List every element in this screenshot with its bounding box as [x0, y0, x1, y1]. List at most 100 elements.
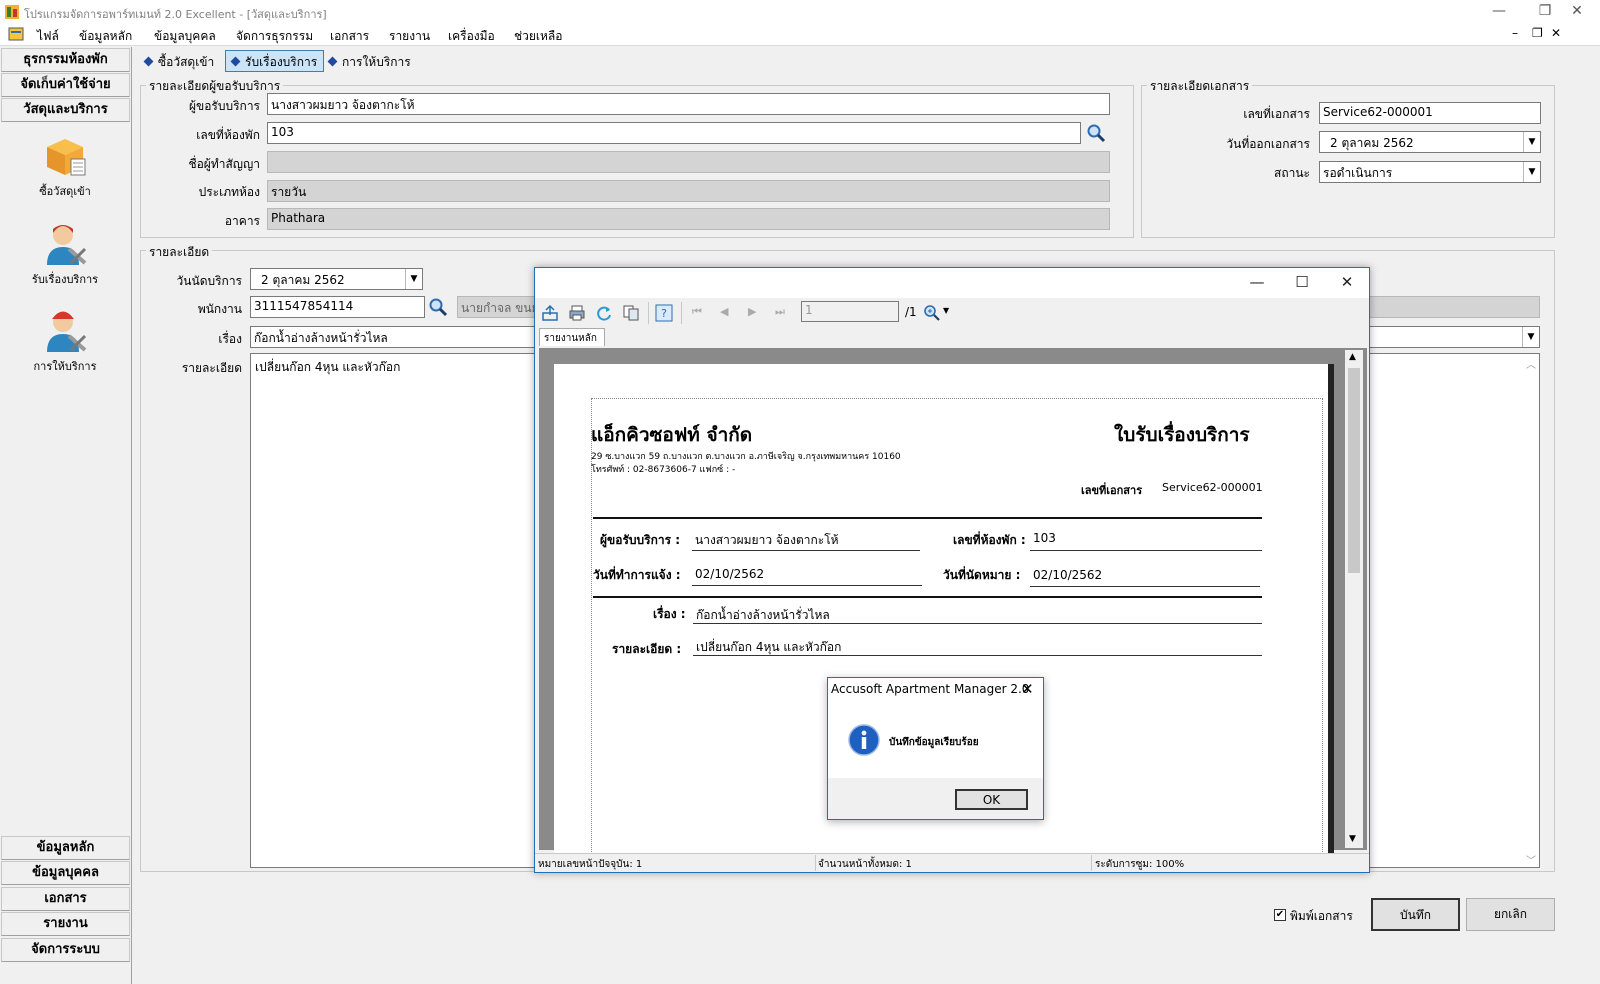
building-field: Phathara: [267, 208, 1110, 230]
print-checkbox[interactable]: ✔: [1274, 909, 1286, 921]
mdi-child-icon[interactable]: [8, 26, 24, 42]
first-page-icon[interactable]: ⏮: [692, 305, 702, 319]
technician-icon: [47, 311, 87, 352]
menu-person-data[interactable]: ข้อมูลบุคคล: [154, 27, 216, 46]
prev-page-icon[interactable]: ◀: [720, 305, 728, 318]
nav-system-admin[interactable]: จัดการระบบ: [1, 938, 130, 962]
menu-help[interactable]: ช่วยเหลือ: [514, 27, 563, 46]
menu-transactions[interactable]: จัดการธุรกรรม: [236, 27, 313, 46]
search-icon[interactable]: [1086, 123, 1106, 143]
info-icon: [848, 724, 880, 756]
scrollbar-thumb[interactable]: [1348, 368, 1360, 573]
copy-icon[interactable]: [622, 304, 640, 322]
box-icon: [47, 139, 86, 176]
mdi-minimize-button[interactable]: –: [1512, 26, 1518, 40]
tab-purchase[interactable]: ซื้อวัสดุเข้า: [138, 50, 221, 72]
mdi-close-button[interactable]: ✕: [1551, 26, 1561, 40]
subject-label: เรื่อง: [218, 332, 242, 346]
room-number-label: เลขที่ห้องพัก: [196, 128, 260, 142]
report-subject-label: เรื่อง :: [653, 607, 686, 621]
nav-documents[interactable]: เอกสาร: [1, 887, 130, 911]
report-minimize-button[interactable]: —: [1234, 268, 1280, 298]
room-number-input[interactable]: 103: [267, 122, 1081, 144]
sidebar-item-service-request[interactable]: รับเรื่องบริการ: [0, 215, 130, 286]
nav-reports[interactable]: รายงาน: [1, 912, 130, 936]
status-label: สถานะ: [1274, 166, 1310, 180]
scroll-up-icon[interactable]: ︿: [1526, 356, 1536, 371]
doc-date-picker[interactable]: 2 ตุลาคม 2562 ▼: [1319, 131, 1541, 153]
menu-file[interactable]: ไฟล์: [37, 27, 59, 46]
chevron-down-icon[interactable]: ▼: [1523, 132, 1540, 152]
sidebar-item-purchase[interactable]: ซื้อวัสดุเข้า: [0, 127, 130, 198]
help-icon[interactable]: ?: [655, 304, 673, 322]
report-phone: โทรศัพท์ : 02-8673606-7 แฟกซ์ : -: [591, 465, 736, 475]
minimize-button[interactable]: —: [1476, 0, 1522, 24]
save-button[interactable]: บันทึก: [1371, 898, 1460, 931]
page-total: /1: [905, 305, 917, 319]
appointment-label: วันนัดบริการ: [176, 274, 242, 288]
doc-number-input[interactable]: Service62-000001: [1319, 102, 1541, 124]
mdi-restore-button[interactable]: ❐: [1532, 26, 1543, 40]
requester-label: ผู้ขอรับบริการ: [188, 99, 260, 113]
requester-group-title: รายละเอียดผู้ขอรับบริการ: [146, 77, 284, 96]
left-navigation: ธุรกรรมห้องพัก จัดเก็บค่าใช้จ่าย วัสดุแล…: [0, 47, 132, 984]
close-button[interactable]: ✕: [1554, 0, 1600, 24]
nav-expense-collection[interactable]: จัดเก็บค่าใช้จ่าย: [1, 73, 130, 97]
appointment-date-picker[interactable]: 2 ตุลาคม 2562 ▼: [250, 268, 423, 290]
page-number-input[interactable]: 1: [801, 301, 899, 322]
status-separator: [815, 855, 816, 871]
nav-materials-services[interactable]: วัสดุและบริการ: [1, 98, 130, 122]
contract-name-field: [267, 151, 1110, 173]
nav-person-data[interactable]: ข้อมูลบุคคล: [1, 861, 130, 885]
menu-documents[interactable]: เอกสาร: [330, 27, 369, 46]
print-checkbox-label: พิมพ์เอกสาร: [1290, 909, 1353, 923]
sidebar-item-service[interactable]: การให้บริการ: [0, 302, 130, 373]
message-box-close-button[interactable]: ✕: [1021, 680, 1034, 698]
ok-button[interactable]: OK: [955, 789, 1028, 810]
nav-room-transactions[interactable]: ธุรกรรมห้องพัก: [1, 48, 130, 72]
report-room-value: 103: [1033, 531, 1056, 545]
status-total-pages: จำนวนหน้าทั้งหมด: 1: [818, 859, 912, 870]
search-icon[interactable]: [428, 297, 448, 317]
scroll-down-icon[interactable]: ﹀: [1526, 852, 1536, 867]
tab-marker-icon: [327, 56, 338, 67]
tab-main-report[interactable]: รายงานหลัก: [539, 328, 605, 346]
report-close-button[interactable]: ✕: [1324, 268, 1370, 298]
tab-service-request[interactable]: รับเรื่องบริการ: [225, 50, 325, 72]
scroll-up-icon[interactable]: ▲: [1349, 352, 1356, 362]
tab-service[interactable]: การให้บริการ: [322, 50, 418, 72]
export-icon[interactable]: [541, 304, 559, 322]
scroll-down-icon[interactable]: ▼: [1349, 834, 1356, 844]
tab-marker-icon: [230, 56, 241, 67]
message-box: Accusoft Apartment Manager 2.0 ✕ บันทึกข…: [827, 677, 1044, 820]
report-vscrollbar[interactable]: ▲ ▼: [1345, 350, 1363, 848]
last-page-icon[interactable]: ⏭: [775, 305, 785, 319]
room-type-label: ประเภทห้อง: [198, 185, 260, 199]
status-separator: [1091, 855, 1092, 871]
staff-id-input[interactable]: 3111547854114: [250, 296, 425, 318]
cancel-button[interactable]: ยกเลิก: [1466, 898, 1555, 931]
refresh-icon[interactable]: [595, 304, 613, 322]
menu-reports[interactable]: รายงาน: [389, 27, 430, 46]
staff-label: พนักงาน: [197, 302, 242, 316]
appointment-date-value: 2 ตุลาคม 2562: [261, 273, 345, 287]
report-doc-title: ใบรับเรื่องบริการ: [1114, 424, 1250, 446]
nav-master-data[interactable]: ข้อมูลหลัก: [1, 836, 130, 860]
zoom-icon[interactable]: [923, 304, 941, 322]
chevron-down-icon[interactable]: ▼: [1523, 162, 1540, 182]
report-docno-value: Service62-000001: [1162, 481, 1263, 494]
report-underline: [1030, 586, 1260, 587]
next-page-icon[interactable]: ▶: [748, 305, 756, 318]
report-maximize-button[interactable]: ☐: [1279, 268, 1325, 298]
report-desc-label: รายละเอียด :: [612, 642, 682, 656]
requester-input[interactable]: นางสาวผมยาว จ้องตากะโห้: [267, 93, 1110, 115]
menu-tools[interactable]: เครื่องมือ: [448, 27, 495, 46]
status-select[interactable]: รอดำเนินการ ▼: [1319, 161, 1541, 183]
report-room-label: เลขที่ห้องพัก :: [953, 533, 1026, 547]
service-person-icon: [47, 225, 87, 265]
print-icon[interactable]: [568, 304, 586, 322]
menu-master-data[interactable]: ข้อมูลหลัก: [79, 27, 132, 46]
zoom-dropdown-icon[interactable]: ▼: [943, 306, 949, 315]
chevron-down-icon[interactable]: ▼: [1522, 327, 1539, 347]
chevron-down-icon[interactable]: ▼: [405, 269, 422, 289]
